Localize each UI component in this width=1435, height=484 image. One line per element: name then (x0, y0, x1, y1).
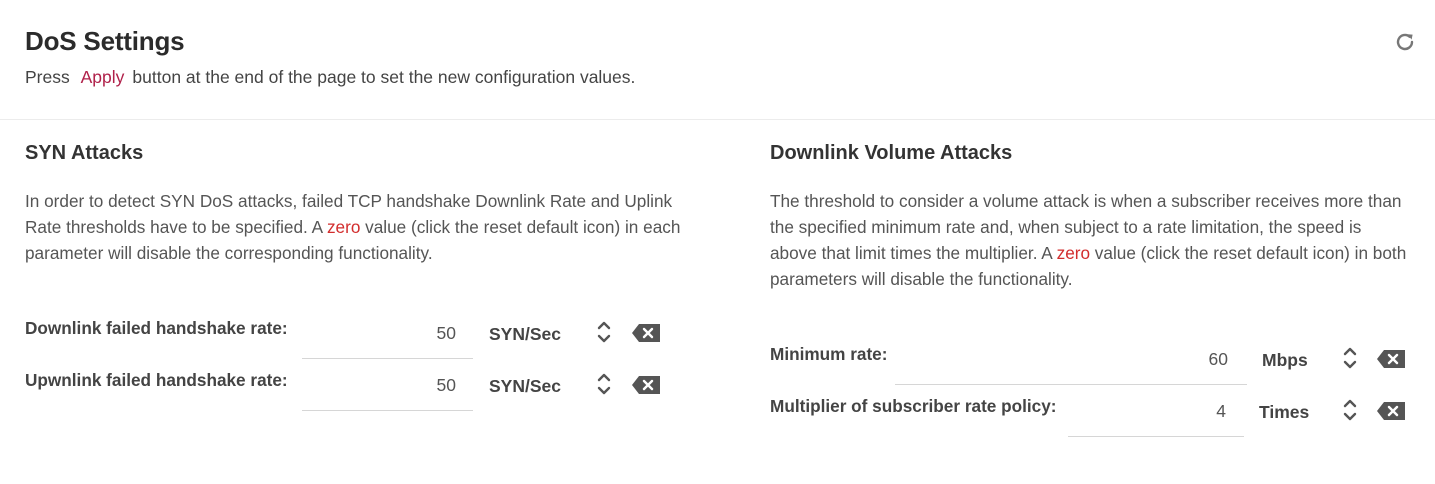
multiplier-row: Multiplier of subscriber rate policy: Ti… (770, 396, 1410, 448)
downlink-handshake-stepper-icon[interactable] (596, 318, 612, 346)
syn-desc-zero: zero (326, 217, 361, 237)
minimum-rate-clear-icon[interactable] (1377, 349, 1405, 369)
uplink-handshake-unit: SYN/Sec (489, 376, 561, 396)
downlink-handshake-row: Downlink failed handshake rate: SYN/Sec (25, 318, 685, 370)
apply-link[interactable]: Apply (81, 67, 125, 87)
minimum-rate-stepper-icon[interactable] (1342, 344, 1358, 372)
syn-attacks-title: SYN Attacks (25, 142, 144, 164)
downlink-handshake-input[interactable] (302, 318, 456, 348)
minimum-rate-row: Minimum rate: Mbps (770, 344, 1410, 396)
uplink-handshake-clear-icon[interactable] (632, 375, 660, 395)
multiplier-input[interactable] (1068, 396, 1226, 426)
downlink-handshake-unit: SYN/Sec (489, 324, 561, 344)
refresh-icon[interactable] (1393, 30, 1417, 54)
uplink-handshake-label: Upwnlink failed handshake rate: (25, 370, 288, 390)
page-subtitle: Press Apply button at the end of the page… (25, 67, 635, 88)
syn-attacks-description: In order to detect SYN DoS attacks, fail… (25, 188, 685, 266)
minimum-rate-input[interactable] (895, 344, 1228, 374)
subtitle-suffix: button at the end of the page to set the… (132, 67, 636, 87)
multiplier-stepper-icon[interactable] (1342, 396, 1358, 424)
page-title: DoS Settings (25, 26, 185, 56)
syn-attacks-section: SYN Attacks In order to detect SYN DoS a… (25, 142, 685, 411)
uplink-handshake-input[interactable] (302, 370, 456, 400)
uplink-handshake-field[interactable] (302, 370, 473, 411)
minimum-rate-field[interactable] (895, 344, 1247, 385)
uplink-handshake-row: Upwnlink failed handshake rate: SYN/Sec (25, 370, 685, 422)
minimum-rate-unit: Mbps (1262, 350, 1308, 370)
volume-attacks-title: Downlink Volume Attacks (770, 142, 1013, 164)
volume-desc-zero: zero (1056, 243, 1091, 263)
page-header: DoS Settings Press Apply button at the en… (0, 0, 1435, 120)
minimum-rate-label: Minimum rate: (770, 344, 888, 364)
downlink-handshake-label: Downlink failed handshake rate: (25, 318, 288, 338)
downlink-handshake-field[interactable] (302, 318, 473, 359)
multiplier-field[interactable] (1068, 396, 1244, 437)
volume-attacks-description: The threshold to consider a volume attac… (770, 188, 1410, 292)
volume-attacks-section: Downlink Volume Attacks The threshold to… (770, 142, 1410, 437)
downlink-handshake-clear-icon[interactable] (632, 323, 660, 343)
multiplier-unit: Times (1259, 402, 1310, 422)
multiplier-clear-icon[interactable] (1377, 401, 1405, 421)
uplink-handshake-stepper-icon[interactable] (596, 370, 612, 398)
subtitle-prefix: Press (25, 67, 70, 87)
multiplier-label: Multiplier of subscriber rate policy: (770, 396, 1057, 416)
